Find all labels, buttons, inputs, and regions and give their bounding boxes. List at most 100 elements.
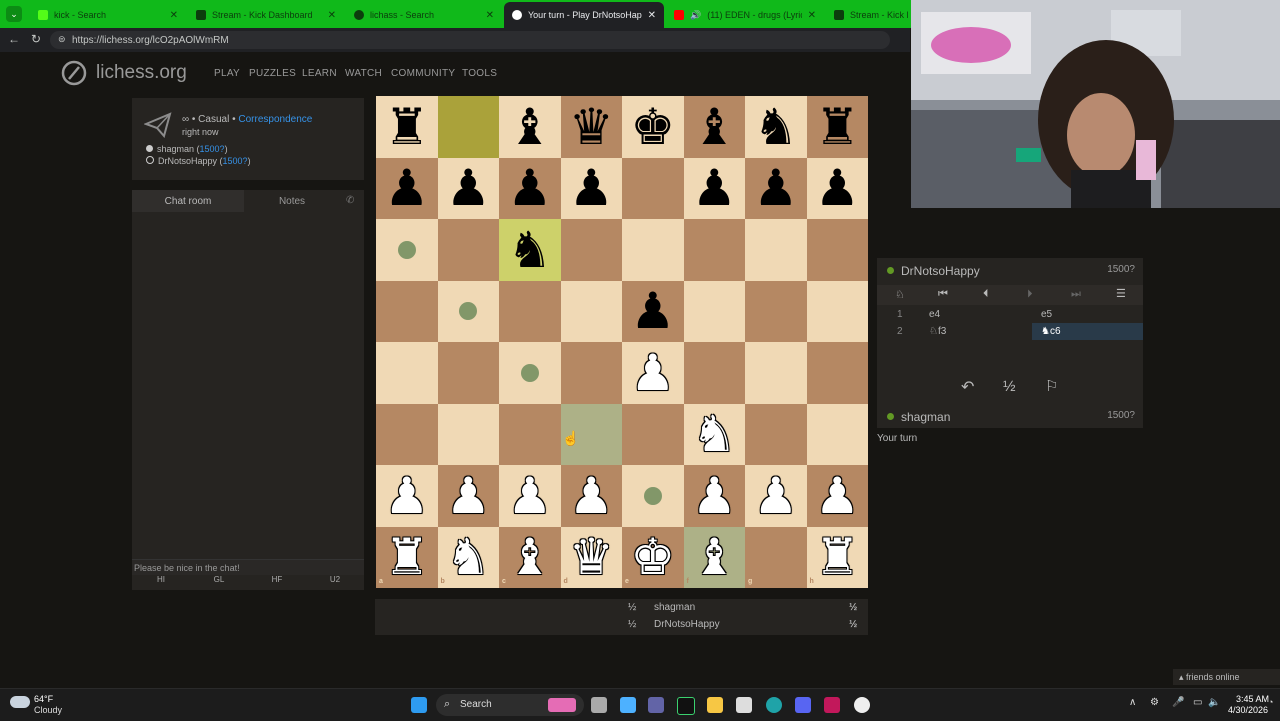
square-f5[interactable] [683,280,745,342]
nav-learn[interactable]: LEARN [302,68,337,79]
close-icon[interactable]: ✕ [808,10,816,21]
reload-icon[interactable]: ↻ [31,32,41,46]
square-d5[interactable] [560,280,622,342]
square-c5[interactable] [499,280,561,342]
square-b4[interactable] [437,342,499,404]
tab-notes[interactable]: Notes [244,190,340,212]
legal-move-dot[interactable] [397,240,416,259]
square-f4[interactable] [683,342,745,404]
nav-play[interactable]: PLAY [214,68,240,79]
white-rook-icon[interactable]: ♜ [376,527,438,589]
next-move-icon[interactable]: ⏵ [1027,288,1033,301]
black-rook-icon[interactable]: ♜ [807,96,869,158]
microphone-icon[interactable]: 🎤 [1172,697,1184,708]
black-rook-icon[interactable]: ♜ [376,96,438,158]
white-pawn-icon[interactable]: ♟ [376,465,438,527]
white-bishop-icon[interactable]: ♝ [684,527,746,589]
copilot-icon[interactable] [620,697,636,713]
legal-move-dot[interactable] [520,363,539,382]
nav-tools[interactable]: TOOLS [462,68,497,79]
task-view-icon[interactable] [591,697,607,713]
white-bishop-icon[interactable]: ♝ [499,527,561,589]
black-player-line[interactable]: DrNotsoHappy (1500?) [146,156,251,166]
white-pawn-icon[interactable]: ♟ [622,342,684,404]
hulu-icon[interactable] [677,697,695,715]
square-g1[interactable] [745,526,807,588]
tab-chat-room[interactable]: Chat room [132,190,244,212]
phone-icon[interactable]: ✆ [346,195,354,206]
black-bishop-icon[interactable]: ♝ [499,96,561,158]
black-pawn-icon[interactable]: ♟ [376,158,438,220]
url-input[interactable]: ⊜ https://lichess.org/lcO2pAOlWmRM [50,31,890,49]
browser-tab[interactable]: Stream - Kick Dashboard ✕ [188,4,344,26]
square-a3[interactable] [376,403,438,465]
browser-tab[interactable]: 🔊 (11) EDEN - drugs (Lyric Video)✕ [666,4,824,26]
display-icon[interactable]: ▭ [1193,697,1202,708]
white-king-icon[interactable]: ♚ [622,527,684,589]
square-a4[interactable] [376,342,438,404]
preset-gl[interactable]: GL [190,575,248,589]
black-pawn-icon[interactable]: ♟ [561,158,623,220]
square-g5[interactable] [745,280,807,342]
offer-draw-button[interactable]: ½ [1003,378,1016,395]
prev-move-icon[interactable]: ⏴ [983,288,989,301]
close-icon[interactable]: ✕ [170,10,178,21]
square-f6[interactable] [683,219,745,281]
square-g4[interactable] [745,342,807,404]
square-e3[interactable] [622,403,684,465]
white-player-line[interactable]: shagman (1500?) [146,144,228,154]
nav-community[interactable]: COMMUNITY [391,68,455,79]
clock-date[interactable]: 4/30/2026 [1228,705,1268,715]
preset-hi[interactable]: HI [132,575,190,589]
teams-icon[interactable] [648,697,664,713]
network-icon[interactable]: ⚙ [1150,697,1159,708]
browser-tab-active[interactable]: Your turn - Play DrNotsoHappy • lic✕ [504,2,664,28]
move-black[interactable]: e5 [1041,309,1052,320]
white-knight-icon[interactable]: ♞ [684,404,746,466]
white-queen-icon[interactable]: ♛ [561,527,623,589]
black-queen-icon[interactable]: ♛ [561,96,623,158]
steam-icon[interactable] [854,697,870,713]
menu-icon[interactable]: ☰ [1116,287,1126,300]
black-knight-icon[interactable]: ♞ [499,219,561,281]
discord-icon[interactable] [795,697,811,713]
square-h6[interactable] [806,219,868,281]
move-black[interactable]: ♞c6 [1041,326,1061,337]
square-g3[interactable] [745,403,807,465]
black-pawn-icon[interactable]: ♟ [745,158,807,220]
chess-board[interactable]: ♜ ♝ ♛ ♚ ♝ ♞ ♜ ♟ ♟ ♟ ♟ ♟ ♟ ♟ ♞ ♟ ♟ ♞ ♟ ♟ ♟ ♟ ♟ ♟ ♟ ♜ ♞ ♝ ♛ ♚ ♝ ♜ 8 7 6 5 4 3 2 1… [376,96,868,588]
black-bishop-icon[interactable]: ♝ [684,96,746,158]
square-e6[interactable] [622,219,684,281]
white-rook-icon[interactable]: ♜ [807,527,869,589]
chevron-up-icon[interactable]: ∧ [1129,697,1136,708]
square-b6[interactable] [437,219,499,281]
black-pawn-icon[interactable]: ♟ [684,158,746,220]
site-info-icon[interactable]: ⊜ [58,34,66,45]
cloudy-weather-icon[interactable] [10,696,30,708]
square-b8[interactable] [437,96,499,158]
square-h5[interactable] [806,280,868,342]
white-pawn-icon[interactable]: ♟ [684,465,746,527]
square-h3[interactable] [806,403,868,465]
notification-bell-icon[interactable]: ◔ [1268,697,1273,707]
white-pawn-icon[interactable]: ♟ [561,465,623,527]
legal-move-dot[interactable] [643,486,662,505]
square-d6[interactable] [560,219,622,281]
top-player-name[interactable]: DrNotsoHappy [901,264,980,278]
preset-hf[interactable]: HF [248,575,306,589]
black-pawn-icon[interactable]: ♟ [807,158,869,220]
white-pawn-icon[interactable]: ♟ [807,465,869,527]
nav-puzzles[interactable]: PUZZLES [249,68,296,79]
square-g6[interactable] [745,219,807,281]
windows-start-icon[interactable] [411,697,427,713]
browser-tab[interactable]: kick - Search ✕ [30,4,186,26]
browser-tab[interactable]: lichass - Search ✕ [346,4,502,26]
move-white[interactable]: e4 [929,309,940,320]
edge-icon[interactable] [766,697,782,713]
white-knight-icon[interactable]: ♞ [438,527,500,589]
correspondence-link[interactable]: Correspondence [238,114,312,125]
site-logo[interactable]: lichess.org [60,58,187,88]
white-pawn-icon[interactable]: ♟ [438,465,500,527]
streaming-app-icon[interactable] [824,697,840,713]
black-pawn-icon[interactable]: ♟ [438,158,500,220]
